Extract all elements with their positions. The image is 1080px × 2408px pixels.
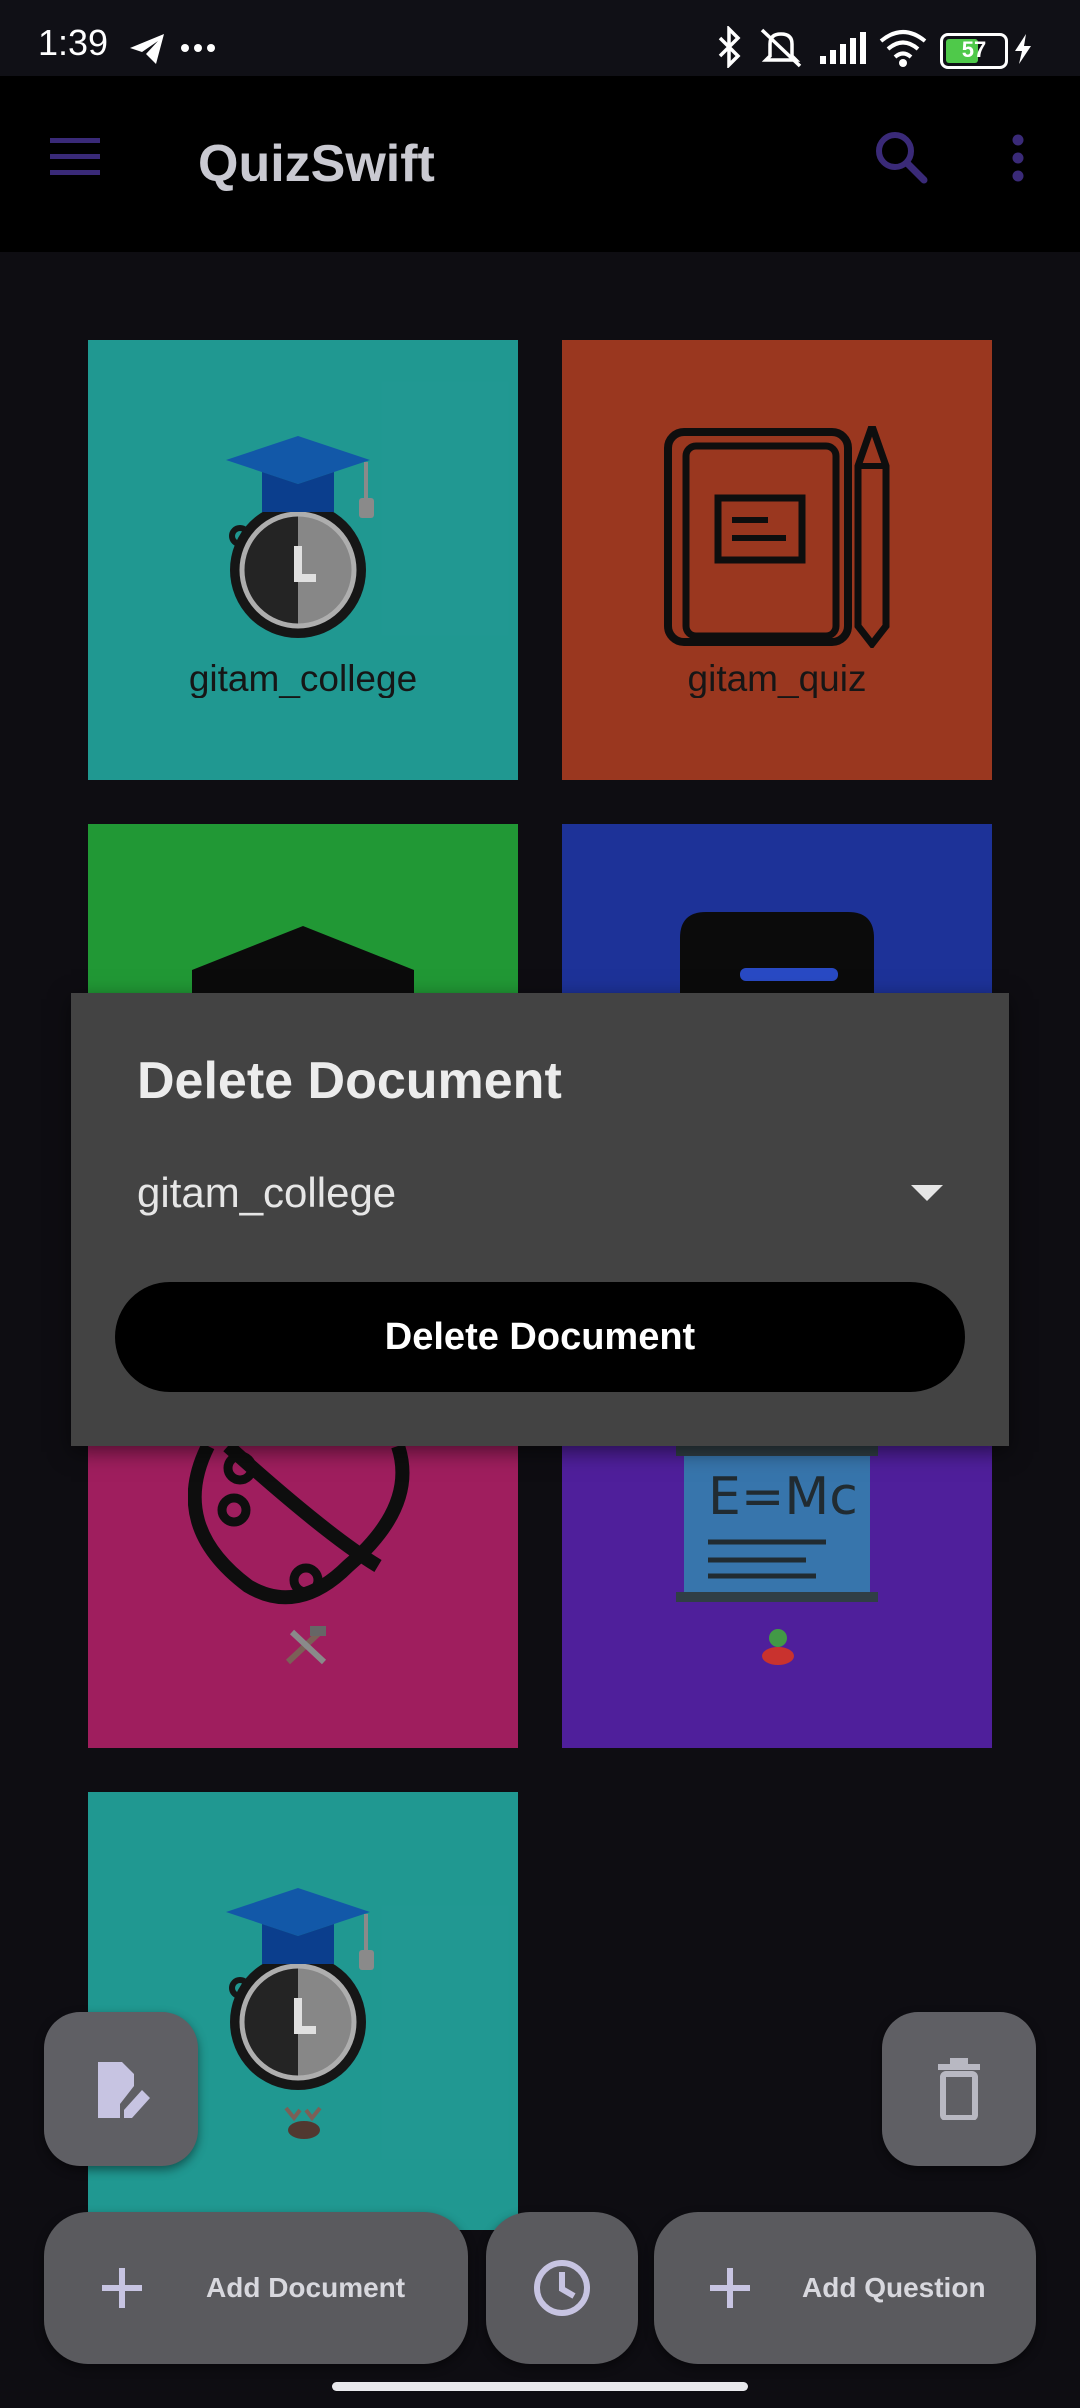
- plus-icon: [102, 2268, 142, 2308]
- delete-document-button[interactable]: Delete Document: [115, 1282, 965, 1392]
- trash-icon: [938, 2058, 980, 2120]
- plus-icon: [710, 2268, 750, 2308]
- add-document-label: Add Document: [206, 2272, 406, 2303]
- charging-icon: [1015, 34, 1031, 64]
- add-question-button[interactable]: Add Question: [654, 2212, 1036, 2364]
- overflow-menu-icon[interactable]: [1010, 134, 1026, 182]
- status-time: 1:39: [38, 22, 109, 63]
- document-select-dropdown[interactable]: gitam_college: [115, 1143, 965, 1243]
- silent-mode-icon: [760, 28, 802, 68]
- cellular-signal-icon: [820, 32, 866, 64]
- edit-document-button[interactable]: [44, 2012, 198, 2166]
- telegram-icon: [130, 34, 164, 64]
- menu-icon[interactable]: [48, 136, 104, 178]
- edit-document-icon: [98, 2062, 150, 2118]
- more-notifications-icon: [181, 44, 215, 52]
- add-document-button[interactable]: Add Document: [44, 2212, 468, 2364]
- search-icon[interactable]: [874, 130, 928, 184]
- dialog-title: Delete Document: [137, 1052, 562, 1110]
- battery-level: 57: [961, 37, 987, 62]
- chevron-down-icon: [911, 1185, 943, 1201]
- add-question-label: Add Question: [802, 2272, 986, 2303]
- delete-button[interactable]: [882, 2012, 1036, 2166]
- clock-icon: [534, 2260, 590, 2316]
- history-button[interactable]: [486, 2212, 638, 2364]
- app-title: QuizSwift: [198, 135, 435, 193]
- home-indicator[interactable]: [332, 2382, 748, 2391]
- bluetooth-icon: [718, 26, 741, 68]
- wifi-icon: [879, 30, 927, 67]
- selected-document-value: gitam_college: [137, 1169, 397, 1216]
- battery-icon: 57: [940, 33, 1008, 69]
- delete-document-dialog: Delete Document gitam_college Delete Doc…: [71, 993, 1009, 1446]
